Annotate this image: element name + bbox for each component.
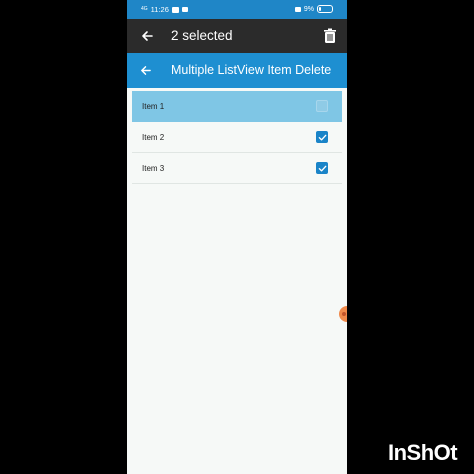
notification-icon bbox=[171, 6, 179, 13]
checkmark-icon bbox=[318, 134, 326, 141]
contextual-action-bar: 2 selected bbox=[127, 19, 347, 53]
fab-dot-icon bbox=[342, 312, 346, 316]
status-bar: 4G 11:26 9% bbox=[127, 0, 347, 19]
close-selection-back-icon[interactable] bbox=[137, 26, 157, 46]
list-item-label: Item 3 bbox=[142, 163, 165, 173]
checkmark-icon bbox=[318, 165, 326, 172]
arrow-left-icon bbox=[140, 65, 151, 75]
floating-button-edge[interactable] bbox=[339, 306, 347, 322]
trash-icon bbox=[324, 28, 336, 43]
phone-screen: 4G 11:26 9% 2 selected Multiple ListView… bbox=[127, 0, 347, 474]
item-list: Item 1 Item 2 Item 3 bbox=[132, 91, 342, 184]
battery-percent: 9% bbox=[303, 5, 314, 13]
toolbar-title: Multiple ListView Item Delete bbox=[171, 63, 332, 77]
status-left: 4G 11:26 bbox=[141, 5, 188, 14]
video-camera-icon bbox=[181, 7, 188, 12]
list-item-label: Item 2 bbox=[142, 132, 165, 142]
signal-indicator: 4G bbox=[141, 6, 148, 12]
selection-count-title: 2 selected bbox=[171, 28, 233, 43]
battery-icon bbox=[317, 5, 333, 13]
toolbar-back-button[interactable] bbox=[136, 61, 154, 79]
arrow-left-icon bbox=[142, 31, 153, 41]
alarm-off-icon bbox=[294, 6, 301, 12]
list-item[interactable]: Item 1 bbox=[132, 91, 342, 122]
clock: 11:26 bbox=[150, 5, 169, 14]
item-checkbox[interactable] bbox=[316, 131, 328, 143]
inshot-watermark: InShOt bbox=[388, 440, 458, 465]
status-right: 9% bbox=[294, 5, 333, 13]
list-item-label: Item 1 bbox=[142, 101, 165, 111]
list-item[interactable]: Item 3 bbox=[132, 153, 342, 184]
app-toolbar: Multiple ListView Item Delete bbox=[127, 53, 347, 88]
list-item[interactable]: Item 2 bbox=[132, 122, 342, 153]
video-frame: 4G 11:26 9% 2 selected Multiple ListView… bbox=[0, 0, 474, 474]
item-checkbox[interactable] bbox=[316, 162, 328, 174]
item-checkbox[interactable] bbox=[316, 100, 328, 112]
delete-button[interactable] bbox=[321, 27, 339, 45]
